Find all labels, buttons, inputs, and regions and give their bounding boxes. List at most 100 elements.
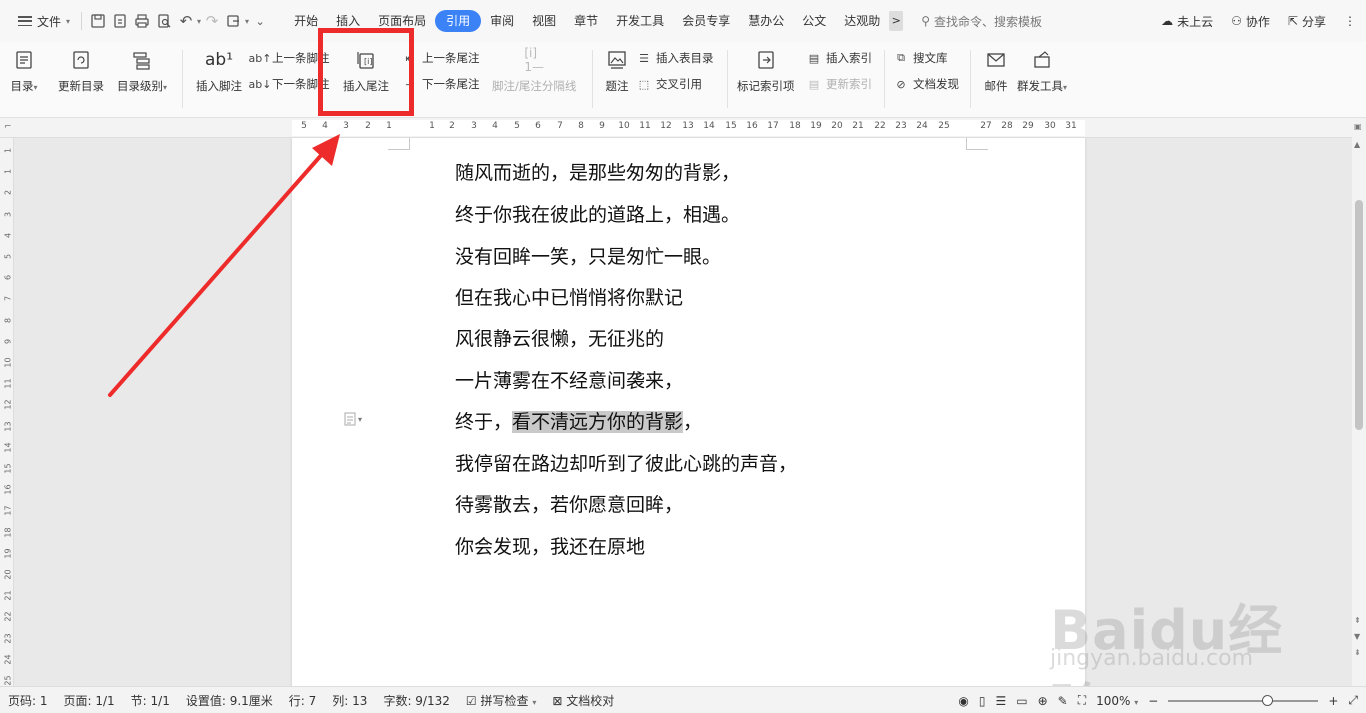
selected-text[interactable]: 看不清远方你的背影 [512, 411, 684, 433]
file-menu-button[interactable]: 文件 ▾ [12, 7, 76, 35]
outline-view-icon[interactable]: ☰ [995, 694, 1006, 708]
toc-label: 目录 [10, 79, 34, 93]
cross-reference-label: 交叉引用 [656, 77, 702, 91]
web-view-icon[interactable]: ⊕ [1038, 694, 1048, 708]
poem-line[interactable]: 我停留在路边却听到了彼此心跳的声音， [455, 449, 797, 476]
scrollbar-thumb[interactable] [1355, 200, 1363, 430]
tab-view[interactable]: 视图 [523, 10, 565, 32]
doc-proof-button[interactable]: ⊠ 文档校对 [544, 692, 622, 709]
status-setting[interactable]: 设置值: 9.1厘米 [178, 692, 281, 709]
zoom-in-icon[interactable]: + [1328, 694, 1338, 708]
status-word-count[interactable]: 字数: 9/132 [375, 692, 457, 709]
fullscreen-icon[interactable]: ⤢ [1348, 693, 1358, 708]
poem-line-with-selection[interactable]: 终于，看不清远方你的背影， [455, 407, 702, 434]
paragraph-layout-icon[interactable]: ▾ [344, 412, 362, 426]
format-painter-icon[interactable] [223, 9, 245, 33]
caption-button[interactable]: 题注 [603, 46, 631, 94]
status-section[interactable]: 节: 1/1 [123, 692, 178, 709]
scroll-up-icon[interactable]: ▲ [1354, 140, 1360, 149]
customize-toolbar-icon[interactable]: ⌄ [249, 9, 271, 33]
mass-tool-button[interactable]: 群发工具▾ [1017, 46, 1067, 94]
tab-daguan[interactable]: 达观助 [835, 10, 889, 32]
vertical-ruler[interactable]: 1 1 2 3 4 5 6 7 8 9 10 11 12 13 14 15 16 17 18 19 20 21 22 23 24… [0, 138, 14, 686]
insert-index-button[interactable]: ▤ 插入索引 [806, 48, 872, 68]
poem-line[interactable]: 一片薄雾在不经意间袭来， [455, 366, 683, 393]
status-page[interactable]: 页面: 1/1 [56, 692, 123, 709]
eye-protection-icon[interactable]: ◉ [958, 694, 968, 708]
toc-button[interactable]: 目录▾ [10, 46, 38, 94]
file-menu-label: 文件 [37, 14, 62, 29]
status-row[interactable]: 行: 7 [281, 692, 325, 709]
scroll-top-icon[interactable]: ▣ [1354, 122, 1362, 131]
share-button[interactable]: ⇱ 分享 [1288, 13, 1326, 30]
collaborate-button[interactable]: ⚇ 协作 [1231, 13, 1270, 30]
mail-button[interactable]: 邮件 [982, 46, 1010, 94]
export-pdf-icon[interactable] [109, 9, 131, 33]
vertical-ruler-tick-label: 19 [3, 548, 13, 559]
page-view-icon[interactable]: ▯ [979, 694, 986, 708]
vertical-ruler-tick-label: 24 [3, 654, 13, 665]
reading-view-icon[interactable]: ▭ [1016, 694, 1027, 708]
note-separator-button[interactable]: [i] 1— 脚注/尾注分隔线 [492, 46, 576, 94]
tab-official-doc[interactable]: 公文 [793, 10, 835, 32]
status-bar: 页码: 1 页面: 1/1 节: 1/1 设置值: 9.1厘米 行: 7 列: … [0, 686, 1366, 713]
undo-icon[interactable]: ↶ [175, 9, 197, 33]
cross-reference-button[interactable]: ⬚ 交叉引用 [636, 74, 702, 94]
poem-line[interactable]: 没有回眸一笑，只是匆忙一眼。 [455, 242, 721, 269]
tab-developer[interactable]: 开发工具 [607, 10, 673, 32]
poem-line[interactable]: 你会发现，我还在原地 [455, 532, 645, 559]
scroll-down-icon[interactable]: ▼ [1354, 632, 1360, 641]
scroll-next-page-icon[interactable]: ⇟ [1354, 648, 1361, 657]
spell-check-button[interactable]: ☑ 拼写检查 ▾ [458, 692, 544, 709]
chevron-down-icon: ▾ [66, 16, 71, 26]
doc-discover-button[interactable]: ⊘ 文档发现 [893, 74, 959, 94]
scroll-prev-page-icon[interactable]: ⇞ [1354, 616, 1361, 625]
poem-line[interactable]: 风很静云很懒，无征兆的 [455, 324, 664, 351]
status-page-number[interactable]: 页码: 1 [0, 692, 56, 709]
ruler-tick-label: 28 [1001, 121, 1013, 131]
poem-line[interactable]: 随风而逝的，是那些匆匆的背影， [455, 158, 740, 185]
save-icon[interactable] [87, 9, 109, 33]
poem-line[interactable]: 待雾散去，若你愿意回眸， [455, 490, 683, 517]
share-label: 分享 [1301, 14, 1326, 29]
fit-page-icon[interactable]: ⛶ [1078, 693, 1086, 708]
tab-section[interactable]: 章节 [565, 10, 607, 32]
tab-member[interactable]: 会员专享 [673, 10, 739, 32]
insert-footnote-button[interactable]: ab¹ 插入脚注 [196, 46, 242, 94]
update-index-button[interactable]: ▤ 更新索引 [806, 74, 872, 94]
tab-references[interactable]: 引用 [435, 10, 482, 32]
pen-icon[interactable]: ✎ [1058, 694, 1068, 708]
update-toc-button[interactable]: 更新目录 [58, 46, 104, 94]
zoom-slider[interactable] [1168, 694, 1319, 706]
vertical-ruler-tick-label: 21 [3, 590, 13, 601]
zoom-out-icon[interactable]: − [1148, 694, 1158, 708]
tab-smart-office[interactable]: 慧办公 [739, 10, 793, 32]
more-options-icon[interactable]: ⋮ [1344, 14, 1356, 28]
zoom-level[interactable]: 100% ▾ [1096, 694, 1138, 708]
ruler-tick-label: 12 [660, 121, 672, 131]
collaborate-icon: ⚇ [1231, 14, 1242, 28]
mark-index-button[interactable]: 标记索引项 [737, 46, 795, 94]
insert-table-toc-button[interactable]: ☰ 插入表目录 [636, 48, 714, 68]
print-icon[interactable] [131, 9, 153, 33]
zoom-value: 100% [1096, 693, 1131, 708]
tabs-more-button[interactable]: > [889, 11, 904, 31]
redo-icon[interactable]: ↷ [201, 9, 223, 33]
print-preview-icon[interactable] [153, 9, 175, 33]
poem-line[interactable]: 终于你我在彼此的道路上，相遇。 [455, 200, 740, 227]
tab-review[interactable]: 审阅 [481, 10, 523, 32]
cloud-status-button[interactable]: ☁ 未上云 [1161, 13, 1213, 30]
toc-level-button[interactable]: 目录级别▾ [117, 46, 167, 94]
vertical-ruler-tick-label: 5 [3, 253, 13, 260]
status-col[interactable]: 列: 13 [324, 692, 375, 709]
command-search[interactable]: ⚲ 查找命令、搜索模板 [921, 13, 1042, 30]
mail-icon [982, 46, 1010, 74]
search-library-button[interactable]: ⧉ 搜文库 [893, 48, 947, 68]
insert-table-toc-label: 插入表目录 [656, 51, 714, 65]
ruler-corner-icon[interactable]: ⌐ [4, 122, 12, 132]
zoom-slider-knob[interactable] [1262, 694, 1274, 706]
ruler-tick-label: 8 [578, 121, 584, 131]
poem-line[interactable]: 但在我心中已悄悄将你默记 [455, 283, 683, 310]
document-page[interactable]: 随风而逝的，是那些匆匆的背影， 终于你我在彼此的道路上，相遇。 没有回眸一笑，只… [292, 138, 1085, 686]
vertical-scrollbar[interactable]: ▣ ▲ ⇞ ▼ ⇟ [1352, 118, 1366, 686]
